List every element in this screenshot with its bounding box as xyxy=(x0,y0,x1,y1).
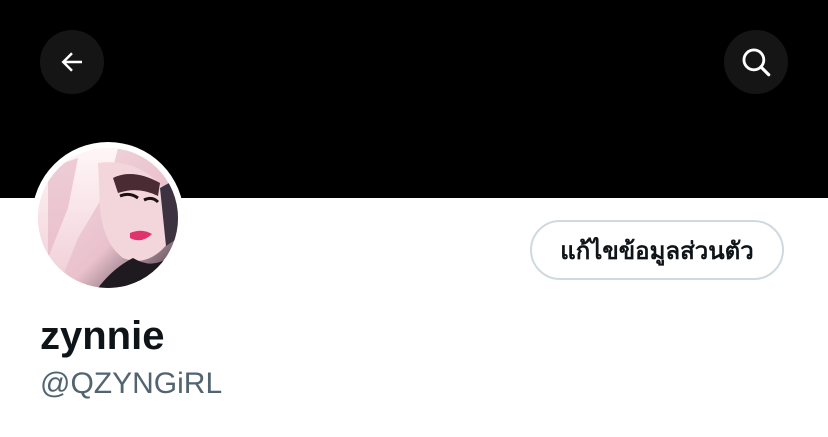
search-button[interactable] xyxy=(724,30,788,94)
search-icon xyxy=(742,48,771,77)
back-button[interactable] xyxy=(40,30,104,94)
avatar[interactable] xyxy=(32,142,184,294)
avatar-image xyxy=(38,148,178,288)
profile-page: แก้ไขข้อมูลส่วนตัว zynnie @QZYNGiRL xyxy=(0,0,828,437)
display-name: zynnie xyxy=(40,314,165,358)
edit-profile-button[interactable]: แก้ไขข้อมูลส่วนตัว xyxy=(530,220,784,280)
username-handle: @QZYNGiRL xyxy=(40,367,223,400)
arrow-left-icon xyxy=(61,52,82,72)
